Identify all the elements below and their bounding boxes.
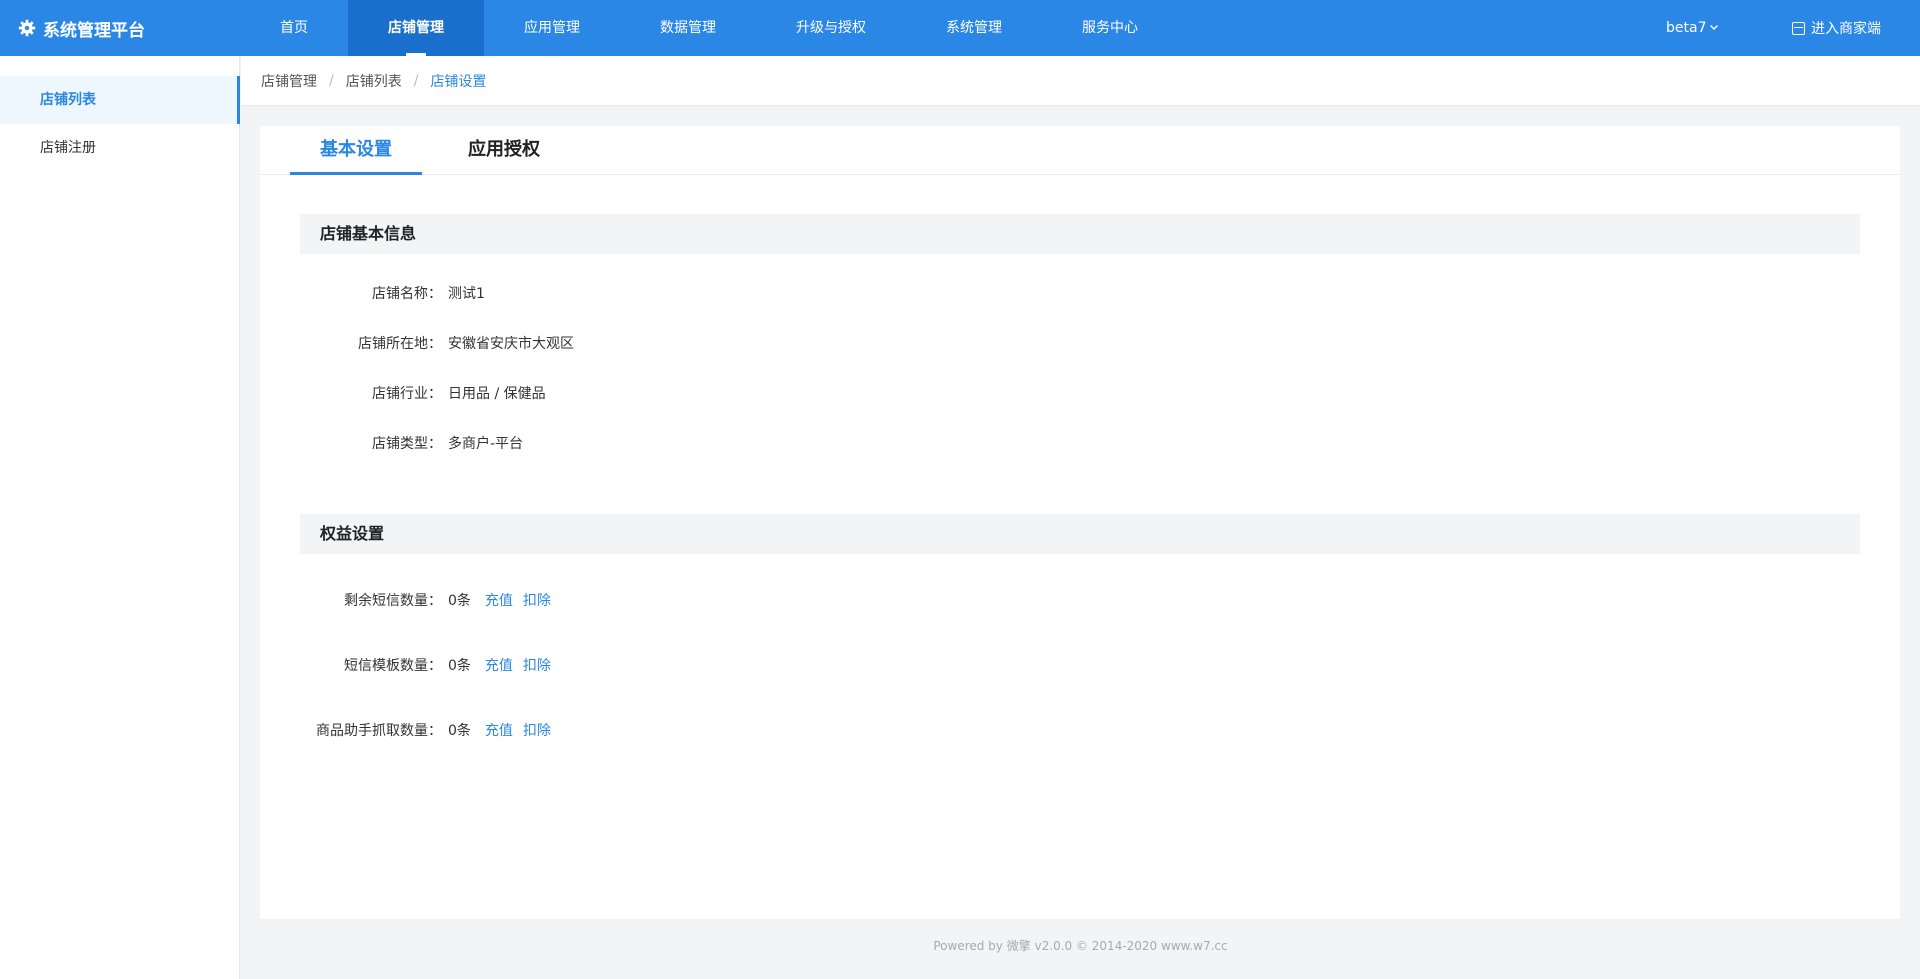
row-value: 0条 充值 扣除: [448, 589, 551, 613]
section-benefits-title: 权益设置: [300, 514, 1860, 554]
breadcrumb-separator: /: [413, 72, 419, 89]
nav-item-app-management[interactable]: 应用管理: [500, 0, 604, 56]
row-label: 店铺名称：: [372, 286, 442, 302]
row-value: 日用品 / 保健品: [448, 386, 546, 402]
row-value: 测试1: [448, 286, 485, 302]
row-label: 剩余短信数量：: [344, 593, 442, 609]
gear-icon: [18, 19, 36, 37]
row-value: 0条 充值 扣除: [448, 654, 551, 678]
top-navbar: 系统管理平台 首页 店铺管理 应用管理 数据管理 升级与授权 系统管理 服务中心…: [0, 0, 1920, 56]
deduct-link[interactable]: 扣除: [523, 723, 551, 739]
info-row-store-name: 店铺名称： 测试1: [300, 282, 1200, 306]
brand[interactable]: 系统管理平台: [18, 0, 145, 56]
env-label: beta7: [1666, 20, 1707, 36]
enter-merchant-label: 进入商家端: [1811, 21, 1881, 37]
recharge-link[interactable]: 充值: [485, 593, 513, 609]
benefit-row-sms-templates: 短信模板数量： 0条 充值 扣除: [300, 654, 1200, 678]
row-label: 店铺行业：: [372, 386, 442, 402]
store-settings-card: 基本设置 应用授权 店铺基本信息 店铺名称： 测试1 店铺所在地： 安徽省安庆市…: [260, 126, 1900, 919]
recharge-link[interactable]: 充值: [485, 723, 513, 739]
nav-item-service-center[interactable]: 服务中心: [1058, 0, 1162, 56]
sidebar-item-store-register[interactable]: 店铺注册: [0, 124, 240, 172]
breadcrumb-separator: /: [329, 72, 334, 89]
sidebar-item-store-list[interactable]: 店铺列表: [0, 76, 240, 124]
breadcrumb-store-management[interactable]: 店铺管理: [261, 71, 317, 91]
footer-copyright: Powered by 微擎 v2.0.0 © 2014-2020 www.w7.…: [933, 939, 1228, 953]
settings-tabs: 基本设置 应用授权: [260, 126, 1900, 175]
chevron-down-icon: [1709, 0, 1719, 56]
sidebar: 店铺列表 店铺注册: [0, 56, 240, 979]
row-value: 0条 充值 扣除: [448, 719, 551, 743]
benefit-count: 0条: [448, 723, 471, 739]
row-label: 店铺类型：: [372, 436, 442, 452]
info-row-store-type: 店铺类型： 多商户-平台: [300, 432, 1200, 456]
row-value: 安徽省安庆市大观区: [448, 336, 574, 352]
enter-merchant-link[interactable]: 进入商家端: [1792, 0, 1881, 56]
info-row-store-industry: 店铺行业： 日用品 / 保健品: [300, 382, 1200, 406]
deduct-link[interactable]: 扣除: [523, 593, 551, 609]
nav-item-upgrade-auth[interactable]: 升级与授权: [770, 0, 892, 56]
tab-basic-settings[interactable]: 基本设置: [290, 126, 422, 175]
row-label: 商品助手抓取数量：: [316, 723, 442, 739]
breadcrumb: 店铺管理 / 店铺列表 / 店铺设置: [241, 56, 1920, 106]
benefit-count: 0条: [448, 658, 471, 674]
benefit-count: 0条: [448, 593, 471, 609]
nav-item-home[interactable]: 首页: [256, 0, 332, 56]
section-basic-info-title: 店铺基本信息: [300, 214, 1860, 254]
row-value: 多商户-平台: [448, 436, 524, 452]
row-label: 短信模板数量：: [344, 658, 442, 674]
benefit-row-product-crawl: 商品助手抓取数量： 0条 充值 扣除: [300, 719, 1200, 743]
env-switch[interactable]: beta7: [1666, 0, 1719, 56]
benefit-row-sms-remaining: 剩余短信数量： 0条 充值 扣除: [300, 589, 1200, 613]
row-label: 店铺所在地：: [358, 336, 442, 352]
nav-item-label: 店铺管理: [388, 20, 444, 36]
tab-app-authorization[interactable]: 应用授权: [438, 126, 570, 174]
breadcrumb-store-list[interactable]: 店铺列表: [346, 71, 402, 91]
nav-item-store-management[interactable]: 店铺管理: [348, 0, 484, 56]
breadcrumb-store-settings: 店铺设置: [430, 73, 487, 90]
deduct-link[interactable]: 扣除: [523, 658, 551, 674]
info-row-store-location: 店铺所在地： 安徽省安庆市大观区: [300, 332, 1200, 356]
recharge-link[interactable]: 充值: [485, 658, 513, 674]
nav-item-system-management[interactable]: 系统管理: [922, 0, 1026, 56]
store-icon: [1792, 21, 1805, 35]
brand-title: 系统管理平台: [43, 20, 145, 41]
nav-item-data-management[interactable]: 数据管理: [636, 0, 740, 56]
